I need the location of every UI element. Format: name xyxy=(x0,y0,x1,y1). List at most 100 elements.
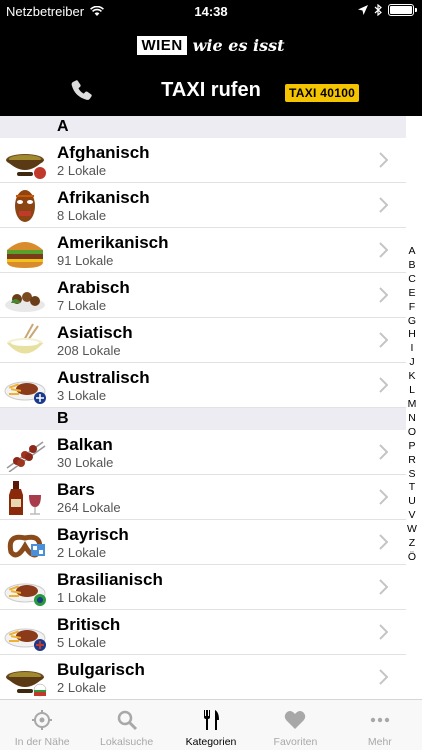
category-count: 2 Lokale xyxy=(57,163,107,178)
taxi-number-badge: TAXI 40100 xyxy=(285,84,360,102)
tab-mehr[interactable]: Mehr xyxy=(338,700,422,750)
app-header: WIEN wie es isst TAXI rufen TAXI 40100 xyxy=(0,22,422,116)
taxi-call-bar[interactable]: TAXI rufen TAXI 40100 xyxy=(0,74,422,108)
category-count: 208 Lokale xyxy=(57,343,121,358)
cutlery-icon xyxy=(204,710,220,730)
category-row-brasilianisch[interactable]: Brasilianisch 1 Lokale xyxy=(0,565,406,610)
category-name: Arabisch xyxy=(57,278,130,297)
category-count: 2 Lokale xyxy=(57,545,107,560)
status-bar: Netzbetreiber 14:38 xyxy=(0,0,422,22)
index-letter[interactable]: L xyxy=(409,384,415,398)
more-icon xyxy=(370,717,390,723)
index-letter[interactable]: F xyxy=(409,301,415,315)
category-count: 7 Lokale xyxy=(57,298,107,313)
index-letter[interactable]: M xyxy=(408,398,417,412)
chevron-right-icon xyxy=(379,534,388,550)
index-letter[interactable]: G xyxy=(408,315,416,329)
chevron-right-icon xyxy=(379,579,388,595)
category-count: 264 Lokale xyxy=(57,500,121,515)
index-letter[interactable]: K xyxy=(408,370,415,384)
location-arrow-icon xyxy=(358,5,368,15)
category-row-bulgarisch[interactable]: Bulgarisch 2 Lokale xyxy=(0,655,406,699)
index-letter[interactable]: P xyxy=(408,440,415,454)
steak-plate-icon xyxy=(4,381,46,404)
rice-bowl-chopsticks-icon xyxy=(7,323,43,354)
tab-label: Kategorien xyxy=(185,736,237,748)
category-name: Britisch xyxy=(57,615,121,634)
chevron-right-icon xyxy=(379,332,388,348)
index-letter[interactable]: T xyxy=(409,481,415,495)
index-letter[interactable]: E xyxy=(408,287,415,301)
category-name: Asiatisch xyxy=(57,323,133,342)
tab-kategorien[interactable]: Kategorien xyxy=(169,700,253,750)
chevron-right-icon xyxy=(379,669,388,685)
chevron-right-icon xyxy=(379,444,388,460)
chevron-right-icon xyxy=(379,197,388,213)
index-letter[interactable]: J xyxy=(409,356,414,370)
category-count: 30 Lokale xyxy=(57,455,114,470)
category-row-afrikanisch[interactable]: Afrikanisch 8 Lokale xyxy=(0,183,406,228)
african-mask-icon xyxy=(15,190,35,222)
category-row-balkan[interactable]: Balkan 30 Lokale xyxy=(0,430,406,475)
bluetooth-icon xyxy=(374,4,382,16)
category-row-arabisch[interactable]: Arabisch 7 Lokale xyxy=(0,273,406,318)
chevron-right-icon xyxy=(379,242,388,258)
logo-slogan: wie es isst xyxy=(192,36,285,55)
tab-label: In der Nähe xyxy=(14,736,70,748)
soup-bowl-icon xyxy=(6,154,46,179)
chevron-right-icon xyxy=(379,152,388,168)
soup-bowl-icon xyxy=(6,671,47,697)
chevron-right-icon xyxy=(379,489,388,505)
index-letter[interactable]: B xyxy=(408,259,415,273)
category-list[interactable]: A Afghanisch 2 Lokale Afrikanisch 8 Lokale Am… xyxy=(0,116,406,699)
tab-label: Lokalsuche xyxy=(100,736,154,748)
falafel-plate-icon xyxy=(5,292,45,312)
index-letter[interactable]: R xyxy=(408,454,416,468)
category-name: Bars xyxy=(57,480,95,499)
chevron-right-icon xyxy=(379,377,388,393)
app-logo: WIEN wie es isst xyxy=(0,36,422,55)
status-icons xyxy=(358,4,417,16)
steak-plate-icon xyxy=(4,583,46,606)
category-row-amerikanisch[interactable]: Amerikanisch 91 Lokale xyxy=(0,228,406,273)
tab-favoriten[interactable]: Favoriten xyxy=(253,700,337,750)
category-count: 3 Lokale xyxy=(57,388,107,403)
alphabet-index[interactable]: ABCEFGHIJKLMNOPRSTUVWZÖ xyxy=(404,245,420,565)
category-name: Afrikanisch xyxy=(57,188,150,207)
index-letter[interactable]: N xyxy=(408,412,416,426)
tab-label: Favoriten xyxy=(273,736,318,748)
category-row-afghanisch[interactable]: Afghanisch 2 Lokale xyxy=(0,138,406,183)
index-letter[interactable]: S xyxy=(408,468,415,482)
category-row-britisch[interactable]: Britisch 5 Lokale xyxy=(0,610,406,655)
category-row-bars[interactable]: Bars 264 Lokale xyxy=(0,475,406,520)
index-letter[interactable]: A xyxy=(408,245,415,259)
index-letter[interactable]: V xyxy=(408,509,415,523)
tab-in-der-nähe[interactable]: In der Nähe xyxy=(0,700,84,750)
category-row-bayrisch[interactable]: Bayrisch 2 Lokale xyxy=(0,520,406,565)
category-name: Brasilianisch xyxy=(57,570,163,589)
index-letter[interactable]: I xyxy=(411,342,414,356)
index-letter[interactable]: C xyxy=(408,273,416,287)
category-row-australisch[interactable]: Australisch 3 Lokale xyxy=(0,363,406,408)
tab-lokalsuche[interactable]: Lokalsuche xyxy=(84,700,168,750)
index-letter[interactable]: Ö xyxy=(408,551,416,565)
index-letter[interactable]: U xyxy=(408,495,416,509)
category-count: 1 Lokale xyxy=(57,590,107,605)
logo-wien: WIEN xyxy=(137,36,187,55)
category-name: Afghanisch xyxy=(57,143,150,162)
index-letter[interactable]: H xyxy=(408,328,416,342)
category-count: 2 Lokale xyxy=(57,680,107,695)
category-name: Bayrisch xyxy=(57,525,129,544)
category-count: 91 Lokale xyxy=(57,253,114,268)
burger-icon xyxy=(7,242,43,268)
chevron-right-icon xyxy=(379,624,388,640)
category-row-asiatisch[interactable]: Asiatisch 208 Lokale xyxy=(0,318,406,363)
category-name: Balkan xyxy=(57,435,113,454)
category-count: 8 Lokale xyxy=(57,208,107,223)
index-letter[interactable]: Z xyxy=(409,537,415,551)
section-header-a: A xyxy=(0,116,406,138)
index-letter[interactable]: O xyxy=(408,426,416,440)
index-letter[interactable]: W xyxy=(407,523,417,537)
tab-bar: In der Nähe Lokalsuche Kategorien Favoriten… xyxy=(0,699,422,750)
bottle-glass-icon xyxy=(9,481,41,515)
